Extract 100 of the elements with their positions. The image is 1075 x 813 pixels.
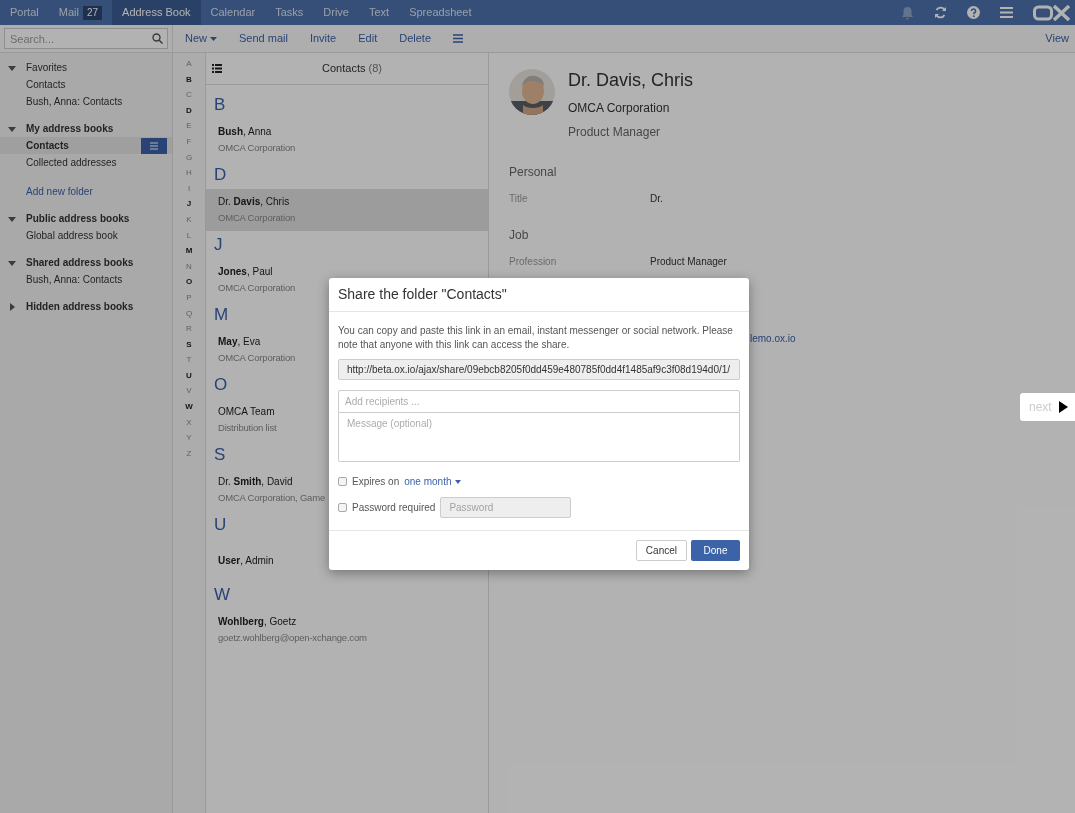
password-field[interactable]: Password: [440, 497, 572, 518]
caret-icon: [210, 36, 217, 41]
alphabet-letter: P: [186, 291, 192, 304]
contact-row[interactable]: Wohlberg, Goetz goetz.wohlberg@open-xchange.com: [206, 609, 488, 651]
toolbar-button[interactable]: Edit: [358, 30, 378, 47]
dialog-title: Share the folder "Contacts": [338, 285, 507, 304]
contact-name: Wohlberg, Goetz: [218, 615, 297, 630]
expiry-dropdown[interactable]: one month: [404, 474, 461, 489]
contact-name: May, Eva: [218, 335, 261, 350]
folder-item[interactable]: Bush, Anna: Contacts: [0, 271, 172, 288]
alphabet-letter: K: [186, 213, 192, 226]
email-link[interactable]: lemo.ox.io: [750, 331, 796, 346]
group-letter: O: [213, 374, 229, 396]
dialog-message: You can copy and paste this link in an email, instant messenger or social network. Please note that anyone with this link can access the share.: [338, 324, 734, 352]
section-title[interactable]: Favorites: [26, 60, 68, 75]
alphabet-letter[interactable]: O: [185, 274, 193, 290]
alphabet-letter: X: [186, 416, 192, 429]
alphabet-letter: E: [186, 120, 192, 133]
contact-row[interactable]: Bush, Anna OMCA Corporation: [206, 119, 488, 161]
checkbox[interactable]: [338, 503, 347, 512]
help-icon[interactable]: [967, 6, 980, 19]
job-position: Product Manager: [568, 124, 662, 141]
contact-detail: OMCA Corporation: [218, 351, 296, 366]
contact-name: Jones, Paul: [218, 265, 273, 280]
share-link-field[interactable]: http://beta.ox.io/ajax/share/09ebcb8205f0dd459e480785f0dd4f1485af9c3f08d194d0/1/: [338, 359, 740, 380]
alphabet-letter[interactable]: U: [186, 367, 192, 384]
list-view-icon[interactable]: [212, 64, 222, 73]
folder-item[interactable]: Global address book: [0, 227, 172, 244]
contact-name: OMCA Team: [218, 405, 275, 420]
contact-detail: OMCA Corporation: [218, 281, 296, 296]
message-field[interactable]: Message (optional): [338, 413, 740, 462]
menu-icon[interactable]: [453, 34, 463, 43]
contact-detail: OMCA Corporation: [218, 141, 296, 156]
contact-detail: OMCA Corporation, Game: [218, 491, 325, 506]
alphabet-letter: V: [186, 385, 192, 398]
checkbox[interactable]: [338, 477, 347, 486]
field-value: Dr.: [650, 192, 663, 206]
caret-icon[interactable]: [8, 302, 16, 311]
add-folder-link[interactable]: Add new folder: [0, 183, 172, 200]
group-letter: W: [213, 584, 232, 606]
alphabet-letter: N: [186, 260, 192, 273]
search-field[interactable]: Search...: [4, 28, 168, 49]
alphabet-letter[interactable]: W: [185, 399, 193, 415]
app-tab[interactable]: Address Book: [112, 0, 201, 25]
group-letter: B: [213, 94, 227, 116]
contact-detail: goetz.wohlberg@open-xchange.com: [218, 631, 367, 646]
alphabet-letter[interactable]: B: [186, 71, 192, 88]
contact-count: (8): [368, 61, 382, 77]
unread-badge: 27: [82, 5, 103, 20]
group-letter: S: [213, 444, 227, 466]
contact-detail: OMCA Corporation: [218, 211, 296, 226]
cancel-button[interactable]: Cancel: [635, 540, 687, 561]
alphabet-letter[interactable]: J: [186, 196, 192, 212]
folder-item[interactable]: Bush, Anna: Contacts: [0, 93, 172, 110]
toolbar-button[interactable]: Invite: [309, 30, 337, 47]
contact-name: Bush, Anna: [218, 125, 272, 140]
list-title: Contacts: [322, 61, 366, 77]
alphabet-letter: T: [186, 354, 192, 367]
contact-full-name: Dr. Davis, Chris: [568, 69, 693, 91]
group-letter: U: [213, 514, 228, 536]
alphabet-letter[interactable]: D: [186, 102, 192, 119]
contact-name: User, Admin: [218, 553, 274, 568]
alphabet-letter[interactable]: S: [186, 336, 192, 353]
new-dropdown[interactable]: New: [185, 30, 217, 47]
field-label: Title: [509, 192, 529, 206]
toolbar-button[interactable]: Send mail: [239, 30, 288, 47]
folder-item[interactable]: Contacts: [0, 76, 172, 93]
play-icon: [1058, 401, 1068, 413]
contact-name: Dr. Smith, David: [218, 475, 293, 490]
alphabet-letter: R: [186, 323, 192, 336]
alphabet-letter: Z: [186, 447, 192, 460]
group-letter: M: [213, 304, 230, 326]
field-value: Product Manager: [650, 255, 727, 269]
search-icon[interactable]: [152, 33, 163, 44]
section-title[interactable]: Hidden address books: [26, 299, 134, 314]
section-title[interactable]: Public address books: [26, 211, 130, 226]
logo-icon: [1033, 4, 1071, 21]
section-heading: Job: [509, 227, 530, 244]
contact-name: Dr. Davis, Chris: [218, 195, 290, 210]
done-button[interactable]: Done: [691, 540, 740, 561]
company-name: OMCA Corporation: [568, 100, 671, 117]
caret-icon[interactable]: [8, 258, 16, 267]
view-button[interactable]: View: [1045, 30, 1069, 47]
refresh-icon[interactable]: [934, 6, 947, 19]
caret-icon[interactable]: [8, 63, 16, 72]
caret-icon[interactable]: [8, 214, 16, 223]
section-title[interactable]: Shared address books: [26, 255, 134, 270]
recipients-field[interactable]: Add recipients ...: [338, 390, 740, 413]
alphabet-letter[interactable]: M: [185, 243, 193, 259]
section-title[interactable]: My address books: [26, 121, 114, 136]
folder-item[interactable]: Contacts: [0, 137, 172, 154]
caret-icon: [454, 479, 461, 484]
folder-menu-icon[interactable]: [141, 137, 167, 154]
folder-item[interactable]: Collected addresses: [0, 154, 172, 171]
group-letter: D: [213, 164, 228, 186]
field-label: Profession: [509, 255, 558, 269]
toolbar-button[interactable]: Delete: [399, 30, 431, 47]
contact-row[interactable]: Dr. Davis, Chris OMCA Corporation: [206, 189, 488, 231]
caret-icon[interactable]: [8, 124, 16, 133]
alphabet-letter: Q: [185, 307, 193, 320]
